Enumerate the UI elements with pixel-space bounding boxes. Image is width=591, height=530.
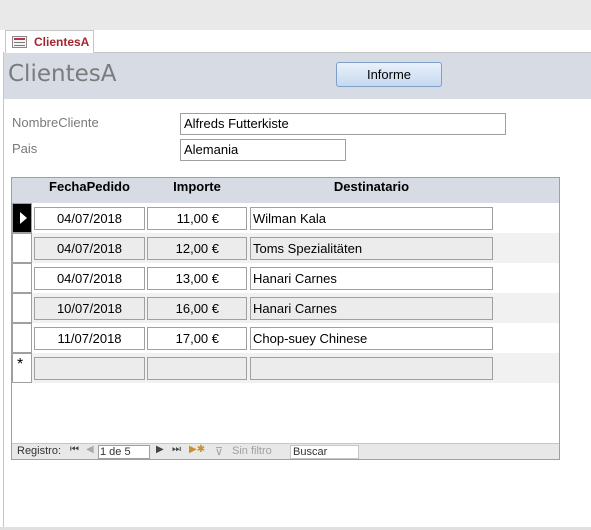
search-input[interactable]: Buscar (290, 445, 359, 459)
destinatario-cell[interactable]: Wilman Kala (250, 207, 493, 230)
destinatario-cell[interactable] (250, 357, 493, 380)
pais-label: Pais (12, 141, 38, 156)
table-row[interactable]: 11/07/2018 17,00 € Chop-suey Chinese (12, 323, 559, 353)
fechapedido-cell[interactable]: 04/07/2018 (34, 267, 145, 290)
form-icon (12, 36, 27, 48)
form-title: ClientesA (8, 61, 117, 87)
table-row[interactable]: 04/07/2018 12,00 € Toms Spezialitäten (12, 233, 559, 263)
previous-record-icon[interactable]: ◀ (86, 444, 94, 455)
fechapedido-cell[interactable]: 04/07/2018 (34, 237, 145, 260)
importe-cell[interactable]: 12,00 € (147, 237, 247, 260)
importe-cell[interactable]: 11,00 € (147, 207, 247, 230)
importe-cell[interactable] (147, 357, 247, 380)
window-top-bar (0, 0, 591, 30)
importe-cell[interactable]: 13,00 € (147, 267, 247, 290)
column-header-fechapedido[interactable]: FechaPedido (34, 179, 145, 194)
orders-subform: FechaPedido Importe Destinatario 04/07/2… (11, 177, 560, 460)
fechapedido-cell[interactable]: 11/07/2018 (34, 327, 145, 350)
new-record-row[interactable]: * (12, 353, 559, 383)
fechapedido-cell[interactable]: 10/07/2018 (34, 297, 145, 320)
form-left-border (3, 52, 4, 530)
record-selector[interactable] (12, 323, 32, 353)
fechapedido-cell[interactable]: 04/07/2018 (34, 207, 145, 230)
importe-cell[interactable]: 17,00 € (147, 327, 247, 350)
record-label: Registro: (17, 445, 62, 457)
first-record-icon[interactable]: ⏮ (70, 444, 79, 455)
form-header: ClientesA Informe (4, 53, 591, 99)
subform-header: FechaPedido Importe Destinatario (12, 178, 559, 203)
fechapedido-cell[interactable] (34, 357, 145, 380)
table-row[interactable]: 04/07/2018 11,00 € Wilman Kala (12, 203, 559, 233)
record-selector[interactable]: * (12, 353, 32, 383)
table-row[interactable]: 10/07/2018 16,00 € Hanari Carnes (12, 293, 559, 323)
informe-button[interactable]: Informe (336, 62, 442, 87)
destinatario-cell[interactable]: Hanari Carnes (250, 297, 493, 320)
record-selector[interactable] (12, 293, 32, 323)
record-selector[interactable] (12, 203, 32, 233)
record-selector[interactable] (12, 263, 32, 293)
current-record-arrow-icon (20, 212, 27, 224)
nombrecliente-label: NombreCliente (12, 115, 99, 130)
record-navigation-bar: Registro: ⏮ ◀ 1 de 5 ▶ ⏭ ▶✱ ⊽ Sin filtro… (12, 443, 559, 459)
destinatario-cell[interactable]: Hanari Carnes (250, 267, 493, 290)
tab-clientesa[interactable]: ClientesA (5, 30, 94, 53)
column-header-importe[interactable]: Importe (147, 179, 247, 194)
last-record-icon[interactable]: ⏭ (172, 444, 181, 455)
nombrecliente-field[interactable]: Alfreds Futterkiste (180, 113, 506, 135)
destinatario-cell[interactable]: Chop-suey Chinese (250, 327, 493, 350)
new-record-icon: * (17, 356, 24, 373)
table-row[interactable]: 04/07/2018 13,00 € Hanari Carnes (12, 263, 559, 293)
column-header-destinatario[interactable]: Destinatario (250, 179, 493, 194)
destinatario-cell[interactable]: Toms Spezialitäten (250, 237, 493, 260)
record-selector[interactable] (12, 233, 32, 263)
filter-status[interactable]: Sin filtro (232, 445, 272, 457)
tab-label: ClientesA (34, 35, 90, 49)
next-record-icon[interactable]: ▶ (156, 444, 164, 455)
new-record-nav-icon[interactable]: ▶✱ (189, 444, 205, 455)
current-record-input[interactable]: 1 de 5 (98, 445, 150, 459)
filter-icon: ⊽ (215, 446, 224, 458)
importe-cell[interactable]: 16,00 € (147, 297, 247, 320)
pais-field[interactable]: Alemania (180, 139, 346, 161)
